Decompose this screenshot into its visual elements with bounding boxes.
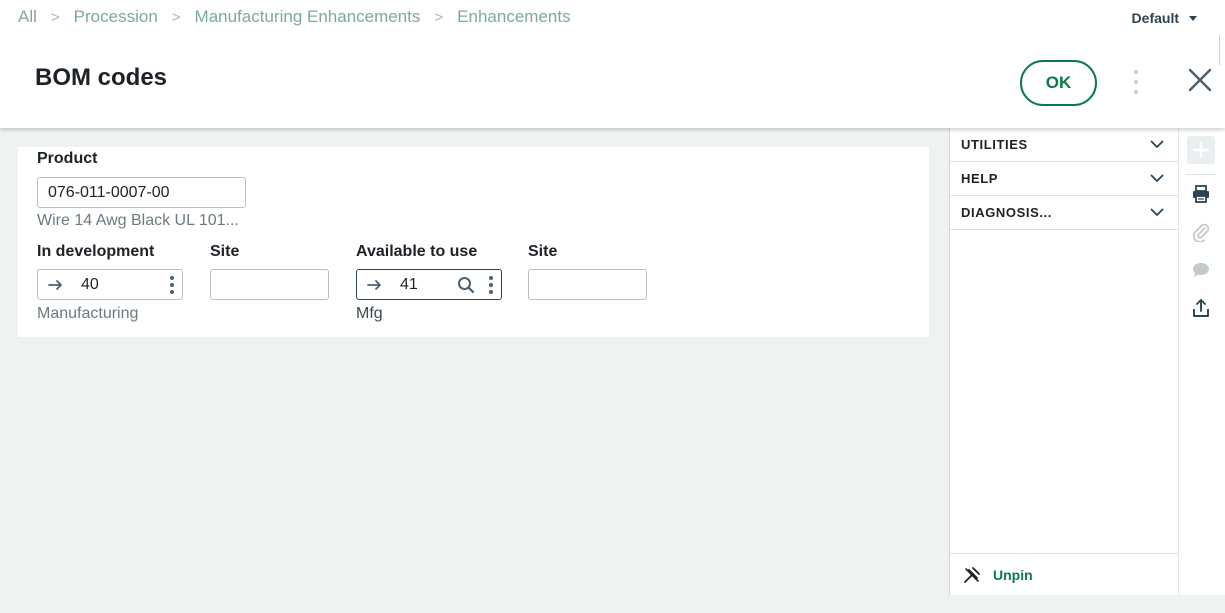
accordion-diagnosis-label: DIAGNOSIS... xyxy=(961,205,1052,220)
window-edge xyxy=(1219,35,1225,65)
in-development-lookup[interactable]: 40 xyxy=(37,269,183,300)
more-vertical-icon[interactable] xyxy=(489,276,493,294)
plus-icon[interactable] xyxy=(1187,136,1215,164)
side-panel: UTILITIES HELP DIAGNOSIS... Unpin xyxy=(949,128,1178,595)
in-development-value: 40 xyxy=(81,275,99,293)
chevron-down-icon xyxy=(1150,140,1164,148)
arrow-right-icon[interactable] xyxy=(48,279,64,291)
breadcrumb-separator: > xyxy=(171,8,181,26)
ok-button[interactable]: OK xyxy=(1020,60,1097,106)
rail-divider xyxy=(1186,174,1216,175)
in-development-description: Manufacturing xyxy=(37,305,139,322)
product-description: Wire 14 Awg Black UL 101... xyxy=(37,212,239,229)
unpin-icon xyxy=(964,566,980,583)
accordion-diagnosis[interactable]: DIAGNOSIS... xyxy=(950,196,1178,230)
breadcrumb-procession[interactable]: Procession xyxy=(74,7,158,27)
paperclip-icon[interactable] xyxy=(1187,218,1215,246)
caret-down-icon xyxy=(1189,15,1197,21)
product-input[interactable] xyxy=(37,177,246,208)
available-site-label: Site xyxy=(528,243,558,260)
close-icon[interactable] xyxy=(1186,66,1214,94)
more-vertical-icon[interactable] xyxy=(170,276,174,294)
accordion-help[interactable]: HELP xyxy=(950,162,1178,196)
bom-codes-card: Product Wire 14 Awg Black UL 101... In d… xyxy=(18,147,929,337)
tool-rail xyxy=(1178,128,1225,595)
breadcrumb-separator: > xyxy=(50,8,60,26)
accordion-help-label: HELP xyxy=(961,171,999,186)
product-label: Product xyxy=(37,150,98,167)
search-icon[interactable] xyxy=(457,276,475,294)
breadcrumb: All > Procession > Manufacturing Enhance… xyxy=(18,7,571,27)
unpin-label: Unpin xyxy=(993,566,1033,583)
unpin-button[interactable]: Unpin xyxy=(950,553,1178,595)
available-to-use-value: 41 xyxy=(400,275,418,293)
breadcrumb-enhancements[interactable]: Enhancements xyxy=(457,7,570,27)
breadcrumb-manufacturing-enhancements[interactable]: Manufacturing Enhancements xyxy=(195,7,421,27)
comment-icon[interactable] xyxy=(1187,256,1215,284)
page-header: All > Procession > Manufacturing Enhance… xyxy=(0,0,1225,128)
bottom-strip xyxy=(949,595,1225,613)
main-content: Product Wire 14 Awg Black UL 101... In d… xyxy=(0,128,949,613)
chevron-down-icon xyxy=(1150,208,1164,216)
available-site-input[interactable] xyxy=(528,269,647,300)
accordion-utilities[interactable]: UTILITIES xyxy=(950,128,1178,162)
arrow-right-icon[interactable] xyxy=(367,279,383,291)
page-title: BOM codes xyxy=(35,64,168,91)
more-vertical-icon[interactable] xyxy=(1131,70,1141,94)
in-development-site-input[interactable] xyxy=(210,269,329,300)
view-selector-label: Default xyxy=(1131,10,1179,26)
breadcrumb-separator: > xyxy=(434,8,444,26)
in-development-label: In development xyxy=(37,243,155,260)
available-to-use-label: Available to use xyxy=(356,243,478,260)
available-to-use-description: Mfg xyxy=(356,305,383,322)
print-icon[interactable] xyxy=(1187,180,1215,208)
breadcrumb-all[interactable]: All xyxy=(18,7,37,27)
accordion-utilities-label: UTILITIES xyxy=(961,137,1028,152)
view-selector[interactable]: Default xyxy=(1132,10,1197,26)
available-to-use-lookup[interactable]: 41 xyxy=(356,269,502,300)
share-icon[interactable] xyxy=(1187,294,1215,322)
chevron-down-icon xyxy=(1150,174,1164,182)
in-development-site-label: Site xyxy=(210,243,240,260)
